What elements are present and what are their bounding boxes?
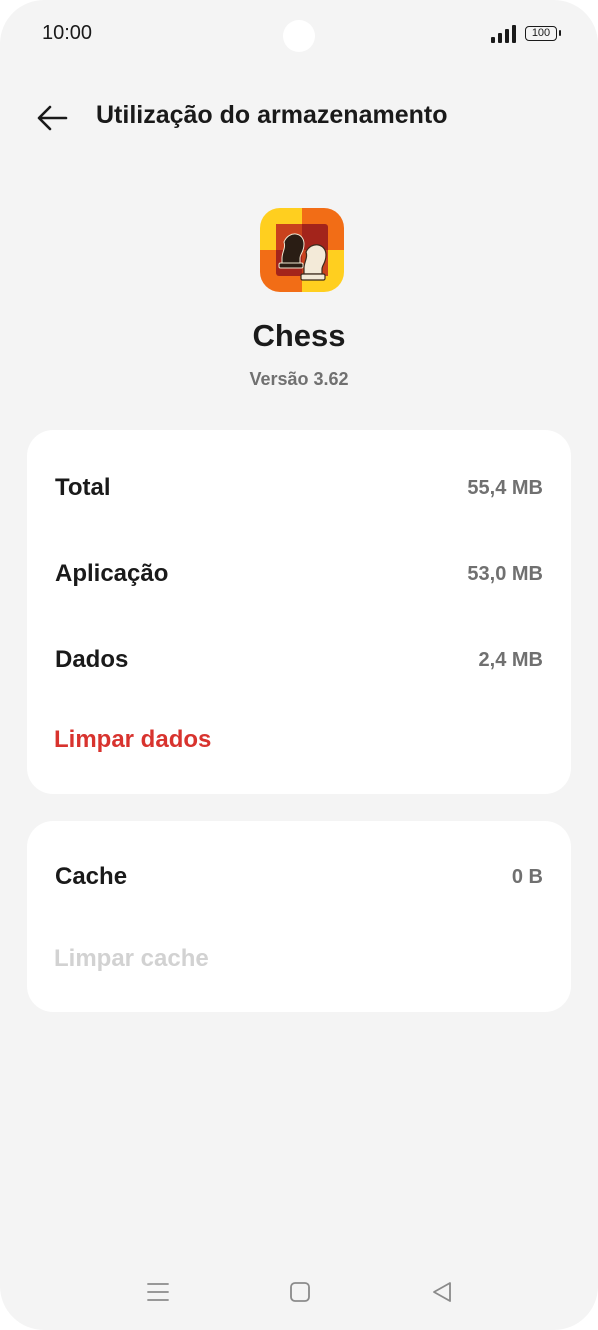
nav-back-button[interactable] <box>420 1270 464 1314</box>
arrow-left-icon <box>37 105 68 131</box>
status-time: 10:00 <box>42 22 93 44</box>
app-version: Versão 3.62 <box>249 369 349 389</box>
home-icon <box>290 1282 310 1302</box>
row-label: Cache <box>55 863 128 890</box>
row-value: 2,4 MB <box>478 649 543 671</box>
camera-cutout <box>283 20 315 52</box>
row-label: Aplicação <box>55 560 169 587</box>
row-label: Dados <box>55 646 129 673</box>
clear-cache-button[interactable]: Limpar cache <box>54 945 209 973</box>
home-button[interactable] <box>278 1270 322 1314</box>
battery-icon: 100 <box>525 26 561 41</box>
signal-icon <box>491 25 517 43</box>
row-value: 53,0 MB <box>467 563 543 585</box>
chess-knight-icon <box>260 208 344 292</box>
page-title: Utilização do armazenamento <box>96 101 448 129</box>
recent-apps-button[interactable] <box>136 1270 180 1314</box>
back-button[interactable] <box>30 98 74 138</box>
app-name: Chess <box>252 318 346 353</box>
storage-row-total: Total 55,4 MB <box>55 474 543 510</box>
row-label: Total <box>55 474 111 501</box>
back-icon <box>433 1282 451 1302</box>
menu-icon <box>147 1283 169 1301</box>
status-bar: 10:00 100 <box>0 0 598 70</box>
clear-data-button[interactable]: Limpar dados <box>54 726 211 754</box>
row-value: 0 B <box>511 866 543 888</box>
storage-row-data: Dados 2,4 MB <box>55 646 543 682</box>
navigation-bar <box>0 1262 598 1322</box>
battery-level: 100 <box>531 27 551 39</box>
cache-card: Cache 0 B Limpar cache <box>27 821 571 1012</box>
storage-card: Total 55,4 MB Aplicação 53,0 MB Dados 2,… <box>27 430 571 794</box>
phone-screen: 10:00 100 Utilização do armazenamento Ch… <box>0 0 598 1330</box>
cache-row: Cache 0 B <box>55 863 543 899</box>
row-value: 55,4 MB <box>467 477 543 499</box>
storage-row-application: Aplicação 53,0 MB <box>55 560 543 596</box>
